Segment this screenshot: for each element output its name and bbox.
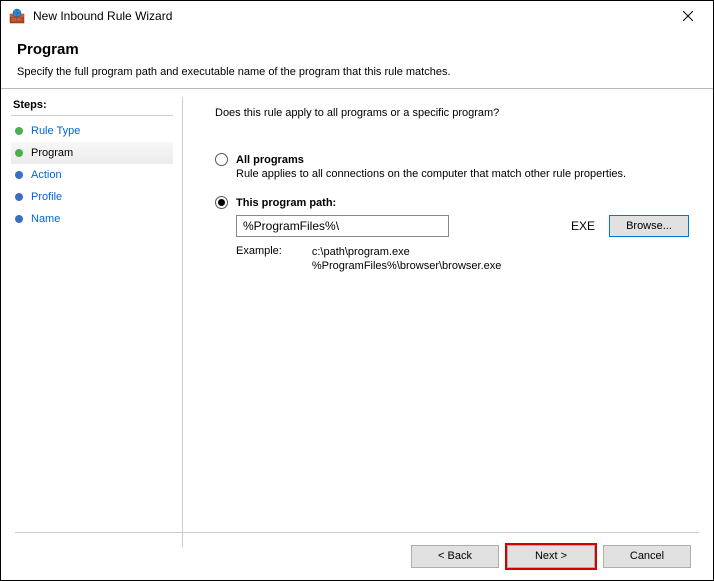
step-profile[interactable]: Profile <box>11 186 173 208</box>
steps-sidebar: Steps: Rule Type Program Action Profile … <box>1 89 183 547</box>
step-program[interactable]: Program <box>11 142 173 164</box>
firewall-icon <box>9 8 25 24</box>
example-label: Example: <box>236 245 282 273</box>
title-bar: New Inbound Rule Wizard <box>1 1 713 31</box>
close-icon <box>683 11 693 21</box>
window-title: New Inbound Rule Wizard <box>33 9 665 23</box>
step-rule-type[interactable]: Rule Type <box>11 120 173 142</box>
bullet-icon <box>15 149 23 157</box>
page-description: Specify the full program path and execut… <box>17 66 697 78</box>
step-name[interactable]: Name <box>11 208 173 230</box>
close-button[interactable] <box>665 1 711 31</box>
main-content: Does this rule apply to all programs or … <box>183 89 713 547</box>
bullet-icon <box>15 215 23 223</box>
step-action[interactable]: Action <box>11 164 173 186</box>
example-line-1: c:\path\program.exe <box>312 246 410 258</box>
program-path-input[interactable] <box>236 215 449 237</box>
browse-button[interactable]: Browse... <box>609 215 689 237</box>
page-title: Program <box>17 41 697 58</box>
this-program-label: This program path: <box>236 197 336 209</box>
option-this-program: This program path: EXE Browse... Example… <box>215 196 689 273</box>
radio-this-program[interactable] <box>215 196 228 209</box>
wizard-footer: < Back Next > Cancel <box>1 532 713 580</box>
back-button[interactable]: < Back <box>411 545 499 568</box>
page-header: Program Specify the full program path an… <box>1 31 713 86</box>
cancel-button[interactable]: Cancel <box>603 545 691 568</box>
option-all-programs: All programs Rule applies to all connect… <box>215 153 689 180</box>
all-programs-label: All programs <box>236 154 304 166</box>
bullet-icon <box>15 193 23 201</box>
radio-all-programs[interactable] <box>215 153 228 166</box>
example-line-2: %ProgramFiles%\browser\browser.exe <box>312 260 502 272</box>
all-programs-desc: Rule applies to all connections on the c… <box>236 168 689 180</box>
bullet-icon <box>15 127 23 135</box>
next-button[interactable]: Next > <box>507 545 595 568</box>
ext-hint: EXE <box>571 215 595 237</box>
steps-heading: Steps: <box>11 97 173 116</box>
question-text: Does this rule apply to all programs or … <box>215 107 689 119</box>
bullet-icon <box>15 171 23 179</box>
example-block: Example: c:\path\program.exe %ProgramFil… <box>236 245 689 273</box>
